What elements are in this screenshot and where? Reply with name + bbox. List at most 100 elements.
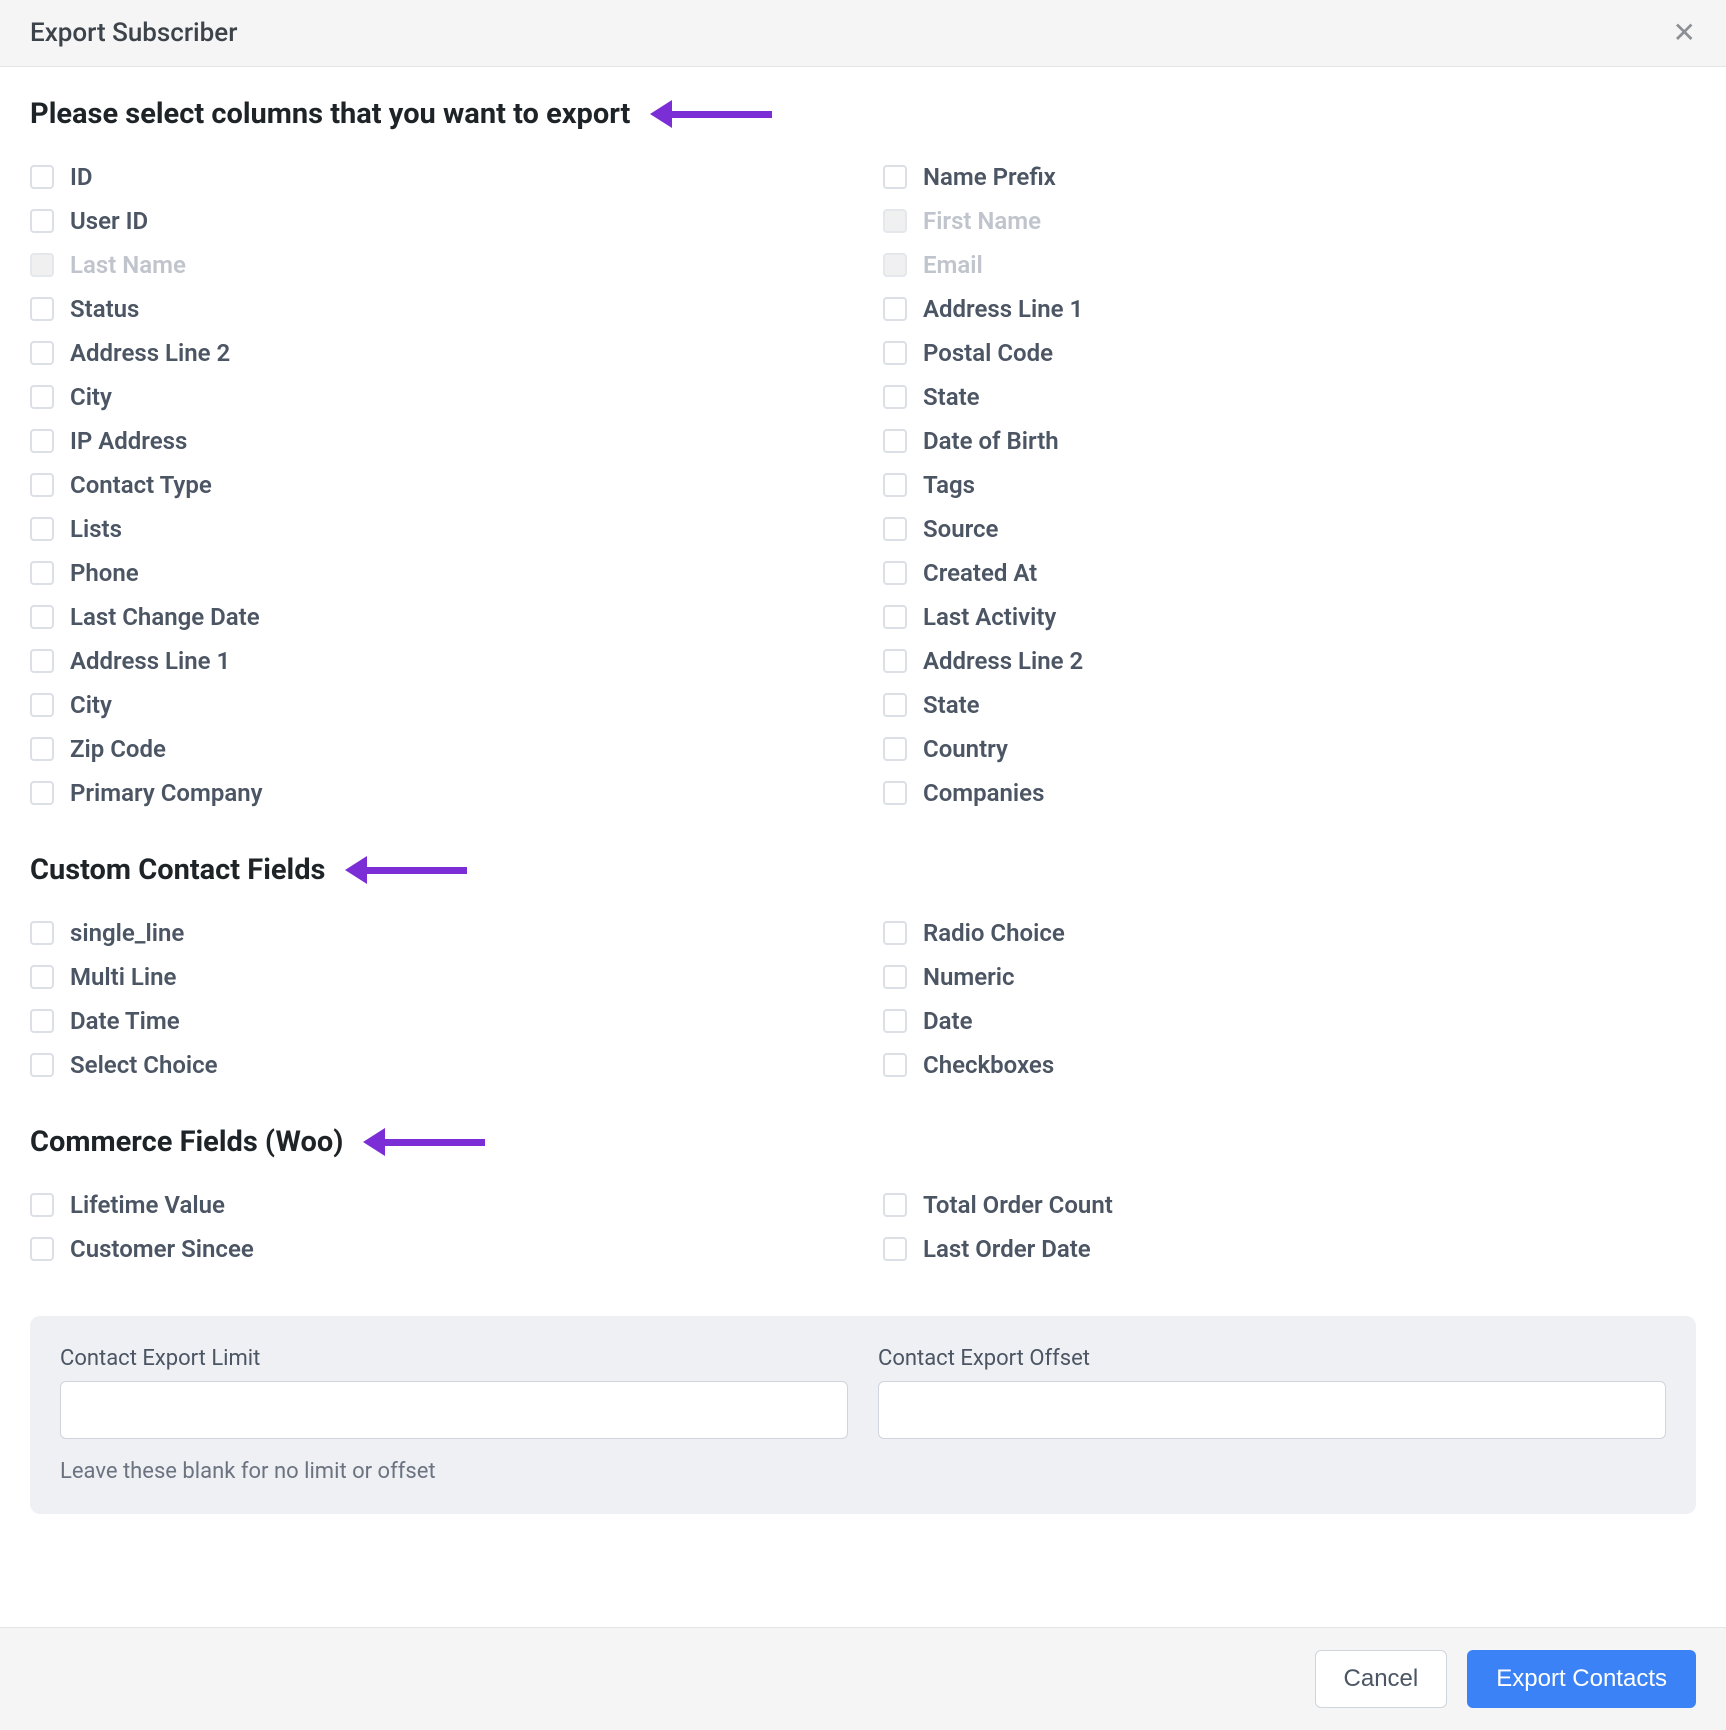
checkbox[interactable] bbox=[30, 965, 54, 989]
checkbox[interactable] bbox=[883, 965, 907, 989]
export-button[interactable]: Export Contacts bbox=[1467, 1650, 1696, 1708]
checkbox[interactable] bbox=[883, 693, 907, 717]
checkbox[interactable] bbox=[30, 605, 54, 629]
checkbox[interactable] bbox=[883, 429, 907, 453]
close-icon[interactable]: ✕ bbox=[1673, 19, 1696, 47]
checkbox-label: Companies bbox=[923, 779, 1044, 807]
checkbox-label: Tags bbox=[923, 471, 975, 499]
checkbox[interactable] bbox=[30, 649, 54, 673]
cancel-button[interactable]: Cancel bbox=[1315, 1650, 1448, 1708]
checkbox-row: Name Prefix bbox=[883, 155, 1696, 199]
checkbox bbox=[30, 253, 54, 277]
checkbox[interactable] bbox=[30, 1237, 54, 1261]
checkbox-label: Postal Code bbox=[923, 339, 1053, 367]
checkbox-row: Last Order Date bbox=[883, 1227, 1696, 1271]
checkbox[interactable] bbox=[30, 737, 54, 761]
checkbox-label: Checkboxes bbox=[923, 1051, 1054, 1079]
checkbox-row: Email bbox=[883, 243, 1696, 287]
checkbox-row: Date bbox=[883, 999, 1696, 1043]
checkbox-row: Radio Choice bbox=[883, 911, 1696, 955]
limit-input[interactable] bbox=[60, 1381, 848, 1439]
columns-left: IDUser IDLast NameStatusAddress Line 2Ci… bbox=[30, 155, 843, 815]
settings-hint: Leave these blank for no limit or offset bbox=[60, 1459, 1666, 1484]
checkbox[interactable] bbox=[30, 921, 54, 945]
checkbox[interactable] bbox=[883, 517, 907, 541]
checkbox-row: Customer Sincee bbox=[30, 1227, 843, 1271]
checkbox-row: Address Line 2 bbox=[883, 639, 1696, 683]
checkbox[interactable] bbox=[30, 341, 54, 365]
checkbox-label: Source bbox=[923, 515, 998, 543]
checkbox[interactable] bbox=[30, 297, 54, 321]
checkbox-label: Address Line 1 bbox=[923, 295, 1083, 323]
checkbox-row: Address Line 1 bbox=[30, 639, 843, 683]
checkbox-row: Created At bbox=[883, 551, 1696, 595]
checkbox[interactable] bbox=[30, 561, 54, 585]
checkbox-label: Contact Type bbox=[70, 471, 212, 499]
checkbox[interactable] bbox=[883, 1237, 907, 1261]
checkbox-row: Last Change Date bbox=[30, 595, 843, 639]
checkbox-label: Date Time bbox=[70, 1007, 180, 1035]
section-title-commerce: Commerce Fields (Woo) bbox=[30, 1125, 1696, 1159]
annotation-arrow-icon bbox=[650, 100, 772, 128]
checkbox-label: Last Order Date bbox=[923, 1235, 1091, 1263]
checkbox-row: Select Choice bbox=[30, 1043, 843, 1087]
checkbox-row: Country bbox=[883, 727, 1696, 771]
checkbox-row: Last Activity bbox=[883, 595, 1696, 639]
checkbox-label: Select Choice bbox=[70, 1051, 218, 1079]
checkbox[interactable] bbox=[883, 921, 907, 945]
checkbox[interactable] bbox=[883, 649, 907, 673]
checkbox[interactable] bbox=[883, 165, 907, 189]
checkbox[interactable] bbox=[30, 693, 54, 717]
checkbox[interactable] bbox=[883, 341, 907, 365]
checkbox-label: First Name bbox=[923, 207, 1041, 235]
checkbox-label: Address Line 1 bbox=[70, 647, 230, 675]
checkbox[interactable] bbox=[883, 385, 907, 409]
checkbox[interactable] bbox=[883, 297, 907, 321]
checkbox[interactable] bbox=[883, 1053, 907, 1077]
checkbox-label: Lifetime Value bbox=[70, 1191, 225, 1219]
checkbox[interactable] bbox=[883, 781, 907, 805]
checkbox[interactable] bbox=[30, 517, 54, 541]
checkbox-label: City bbox=[70, 383, 112, 411]
custom-right: Radio Choice Numeric Date Checkboxes bbox=[883, 911, 1696, 1087]
checkbox-label: Name Prefix bbox=[923, 163, 1056, 191]
section-title-custom: Custom Contact Fields bbox=[30, 853, 1696, 887]
export-subscriber-modal: Export Subscriber ✕ Please select column… bbox=[0, 0, 1726, 1730]
checkbox[interactable] bbox=[30, 385, 54, 409]
checkbox[interactable] bbox=[30, 429, 54, 453]
checkbox[interactable] bbox=[883, 737, 907, 761]
checkbox[interactable] bbox=[30, 1053, 54, 1077]
checkbox[interactable] bbox=[883, 1193, 907, 1217]
annotation-arrow-icon bbox=[363, 1128, 485, 1156]
checkbox-row: Contact Type bbox=[30, 463, 843, 507]
checkbox-row: Date Time bbox=[30, 999, 843, 1043]
checkbox-row: First Name bbox=[883, 199, 1696, 243]
checkbox-label: Primary Company bbox=[70, 779, 263, 807]
checkbox-row: ID bbox=[30, 155, 843, 199]
checkbox[interactable] bbox=[883, 1009, 907, 1033]
checkbox-label: Numeric bbox=[923, 963, 1015, 991]
checkbox[interactable] bbox=[883, 561, 907, 585]
checkbox[interactable] bbox=[30, 1193, 54, 1217]
offset-field-group: Contact Export Offset bbox=[878, 1346, 1666, 1439]
checkbox-row: State bbox=[883, 375, 1696, 419]
checkbox bbox=[883, 209, 907, 233]
checkbox[interactable] bbox=[30, 473, 54, 497]
checkbox[interactable] bbox=[30, 165, 54, 189]
offset-input[interactable] bbox=[878, 1381, 1666, 1439]
checkbox[interactable] bbox=[30, 781, 54, 805]
checkbox-row: City bbox=[30, 683, 843, 727]
checkbox-row: Tags bbox=[883, 463, 1696, 507]
custom-left: single_lineMulti LineDate TimeSelect Cho… bbox=[30, 911, 843, 1087]
checkbox-row: State bbox=[883, 683, 1696, 727]
checkbox-label: Email bbox=[923, 251, 983, 279]
columns-right: Name Prefix First Name Email Address Line 1… bbox=[883, 155, 1696, 815]
checkbox-label: Total Order Count bbox=[923, 1191, 1113, 1219]
checkbox[interactable] bbox=[883, 473, 907, 497]
checkbox[interactable] bbox=[30, 209, 54, 233]
checkbox-row: Checkboxes bbox=[883, 1043, 1696, 1087]
checkbox[interactable] bbox=[883, 605, 907, 629]
limit-field-group: Contact Export Limit bbox=[60, 1346, 848, 1439]
modal-body: Please select columns that you want to e… bbox=[0, 67, 1726, 1627]
checkbox[interactable] bbox=[30, 1009, 54, 1033]
